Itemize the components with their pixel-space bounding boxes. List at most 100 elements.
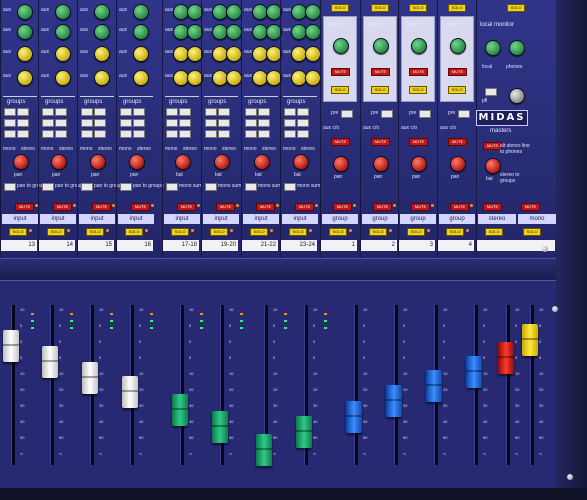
routing-button[interactable]: [94, 130, 106, 138]
aux-send-knob[interactable]: [17, 24, 33, 40]
aux-master-solo[interactable]: SOLO: [448, 4, 466, 12]
mute-button[interactable]: MUTE: [53, 203, 72, 211]
aux-send-knob[interactable]: [94, 70, 110, 86]
solo-button[interactable]: SOLO: [329, 228, 347, 236]
routing-button[interactable]: [94, 119, 106, 127]
routing-button[interactable]: [218, 119, 230, 127]
routing-button[interactable]: [218, 130, 230, 138]
pan-knob[interactable]: [51, 154, 67, 170]
pan-to-groups-button[interactable]: [120, 183, 132, 191]
routing-button[interactable]: [81, 130, 93, 138]
group-pan-knob[interactable]: [450, 156, 466, 172]
fader-cap[interactable]: [172, 394, 188, 426]
pan-to-groups-button[interactable]: [205, 183, 217, 191]
pre-button[interactable]: [341, 110, 353, 118]
routing-button[interactable]: [245, 119, 257, 127]
routing-button[interactable]: [17, 119, 29, 127]
balance-knob[interactable]: [293, 154, 309, 170]
routing-button[interactable]: [284, 130, 296, 138]
mute-button[interactable]: MUTE: [295, 203, 314, 211]
fader-cap[interactable]: [386, 385, 402, 417]
routing-button[interactable]: [166, 108, 178, 116]
aux-send-knob[interactable]: [17, 70, 33, 86]
aux-master-mute[interactable]: MUTE: [409, 68, 428, 76]
routing-button[interactable]: [4, 130, 16, 138]
routing-button[interactable]: [42, 130, 54, 138]
fader-cap[interactable]: [42, 346, 58, 378]
routing-button[interactable]: [94, 108, 106, 116]
solo-button[interactable]: SOLO: [210, 228, 228, 236]
aux-send-knob[interactable]: [226, 4, 242, 20]
routing-button[interactable]: [133, 108, 145, 116]
routing-button[interactable]: [258, 108, 270, 116]
master-bal-knob[interactable]: [485, 158, 501, 174]
aux-send-knob[interactable]: [17, 46, 33, 62]
aux-send-knob[interactable]: [94, 4, 110, 20]
fader-cap[interactable]: [498, 342, 514, 374]
phones-jack[interactable]: [509, 88, 525, 104]
routing-button[interactable]: [297, 119, 309, 127]
routing-button[interactable]: [166, 119, 178, 127]
aux-send-knob[interactable]: [305, 46, 321, 62]
mute-button[interactable]: MUTE: [256, 203, 275, 211]
fader-cap[interactable]: [122, 376, 138, 408]
aux-master-knob[interactable]: [373, 38, 389, 54]
pan-to-groups-button[interactable]: [284, 183, 296, 191]
pan-to-groups-button[interactable]: [4, 183, 16, 191]
solo-button[interactable]: SOLO: [250, 228, 268, 236]
solo-button[interactable]: SOLO: [47, 228, 65, 236]
solo-button[interactable]: SOLO: [9, 228, 27, 236]
pfl-button[interactable]: [485, 88, 497, 96]
fader-cap[interactable]: [212, 411, 228, 443]
balance-knob[interactable]: [254, 154, 270, 170]
solo-button[interactable]: SOLO: [485, 228, 503, 236]
balance-knob[interactable]: [175, 154, 191, 170]
group-mute[interactable]: MUTE: [331, 138, 350, 146]
mute-button[interactable]: MUTE: [411, 203, 430, 211]
fader-cap[interactable]: [426, 370, 442, 402]
routing-button[interactable]: [133, 130, 145, 138]
monitor-solo[interactable]: SOLO: [507, 4, 525, 12]
pan-to-groups-button[interactable]: [42, 183, 54, 191]
routing-button[interactable]: [284, 108, 296, 116]
aux-send-knob[interactable]: [94, 46, 110, 62]
aux-master-mute[interactable]: MUTE: [371, 68, 390, 76]
aux-master-knob[interactable]: [411, 38, 427, 54]
routing-button[interactable]: [133, 119, 145, 127]
routing-button[interactable]: [42, 108, 54, 116]
mute-button[interactable]: MUTE: [521, 203, 540, 211]
aux-send-knob[interactable]: [133, 24, 149, 40]
mute-button[interactable]: MUTE: [216, 203, 235, 211]
aux-master-pre[interactable]: SOLO: [448, 86, 466, 94]
aux-master-solo[interactable]: SOLO: [409, 4, 427, 12]
routing-button[interactable]: [245, 108, 257, 116]
solo-button[interactable]: SOLO: [86, 228, 104, 236]
fader-cap[interactable]: [346, 401, 362, 433]
fader-cap[interactable]: [296, 416, 312, 448]
routing-button[interactable]: [205, 119, 217, 127]
mute-button[interactable]: MUTE: [92, 203, 111, 211]
fader-cap[interactable]: [466, 356, 482, 388]
group-pan-knob[interactable]: [411, 156, 427, 172]
routing-button[interactable]: [205, 108, 217, 116]
pan-knob[interactable]: [13, 154, 29, 170]
aux-send-knob[interactable]: [133, 70, 149, 86]
group-mute[interactable]: MUTE: [448, 138, 467, 146]
routing-button[interactable]: [55, 108, 67, 116]
solo-button[interactable]: SOLO: [446, 228, 464, 236]
group-pan-knob[interactable]: [333, 156, 349, 172]
aux-send-knob[interactable]: [226, 70, 242, 86]
aux-send-knob[interactable]: [133, 4, 149, 20]
pre-button[interactable]: [458, 110, 470, 118]
pan-to-groups-button[interactable]: [245, 183, 257, 191]
routing-button[interactable]: [4, 119, 16, 127]
routing-button[interactable]: [245, 130, 257, 138]
pan-knob[interactable]: [129, 154, 145, 170]
fader-cap[interactable]: [3, 330, 19, 362]
aux-master-pre[interactable]: SOLO: [331, 86, 349, 94]
pan-to-groups-button[interactable]: [81, 183, 93, 191]
fader-cap[interactable]: [82, 362, 98, 394]
routing-button[interactable]: [120, 108, 132, 116]
mute-button[interactable]: MUTE: [450, 203, 469, 211]
aux-master-mute[interactable]: MUTE: [331, 68, 350, 76]
